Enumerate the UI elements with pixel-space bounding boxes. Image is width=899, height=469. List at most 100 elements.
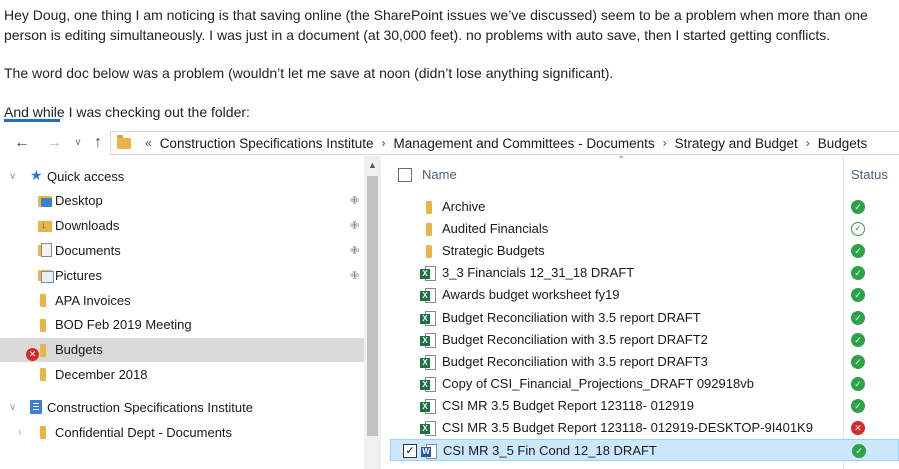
breadcrumb-separator-icon[interactable]: ›	[806, 136, 810, 150]
nav-tree-item[interactable]: BOD Feb 2019 Meeting	[0, 313, 364, 337]
nav-tree-label: Documents	[55, 242, 121, 258]
address-bar-row: ← → ∨ ↑ « Construction Specifications In…	[0, 130, 899, 156]
folder-icon	[420, 200, 436, 214]
nav-tree-item[interactable]: › Confidential Dept - Documents	[0, 420, 364, 444]
email-body: Hey Doug, one thing I am noticing is tha…	[4, 6, 896, 122]
documents-folder-icon	[38, 243, 54, 258]
file-name: CSI MR 3.5 Budget Report 123118- 012919-…	[442, 420, 813, 435]
text-highlight-underline	[4, 119, 60, 122]
file-row[interactable]: X Budget Reconciliation with 3.5 report D…	[390, 351, 899, 373]
sync-ok-icon: ✓	[852, 444, 866, 459]
nav-tree-label: Desktop	[55, 193, 103, 209]
nav-tree-label: Downloads	[55, 218, 120, 234]
back-arrow-icon[interactable]: ←	[12, 133, 32, 153]
file-row[interactable]: X Awards budget worksheet fy19 ✓	[390, 284, 899, 306]
chevron-down-icon[interactable]: ∨	[9, 171, 16, 182]
sharepoint-site-icon	[30, 400, 46, 415]
file-name: Strategic Budgets	[442, 243, 545, 259]
nav-tree-item[interactable]: ∨ Construction Specifications Institute	[0, 395, 364, 419]
breadcrumb-item[interactable]: Construction Specifications Institute	[160, 136, 374, 151]
desktop-folder-icon	[38, 194, 54, 208]
sync-ok-icon: ✓	[851, 310, 865, 325]
email-paragraph: The word doc below was a problem (wouldn…	[4, 65, 614, 81]
scrollbar-thumb[interactable]	[367, 176, 378, 436]
up-arrow-icon[interactable]: ↑	[88, 133, 108, 153]
nav-tree-label: Budgets	[55, 342, 103, 358]
file-row[interactable]: X Budget Reconciliation with 3.5 report D…	[390, 329, 899, 351]
file-row[interactable]: Strategic Budgets ✓	[390, 240, 899, 262]
sync-ok-icon: ✓	[851, 288, 865, 303]
excel-workbook-icon: X	[420, 376, 436, 392]
excel-workbook-icon: X	[420, 354, 436, 370]
row-checkbox[interactable]: ✓	[403, 444, 417, 459]
sync-ok-icon: ✓	[851, 376, 865, 391]
navigation-pane-scrollbar[interactable]: ▲	[364, 156, 381, 469]
address-bar[interactable]: « Construction Specifications Institute …	[110, 131, 899, 155]
nav-tree-item[interactable]: Desktop ✙	[0, 189, 364, 213]
chevron-down-icon[interactable]: ∨	[9, 402, 16, 413]
file-row[interactable]: Audited Financials ✓	[390, 218, 899, 240]
select-all-checkbox[interactable]	[398, 168, 412, 182]
nav-tree-item[interactable]: ✕ Budgets	[0, 337, 364, 362]
file-list-pane: ⌃ Name Status Archive ✓ Audited Financials…	[390, 155, 899, 469]
nav-tree-label: BOD Feb 2019 Meeting	[55, 317, 192, 333]
excel-workbook-icon: X	[420, 398, 436, 414]
file-name: 3_3 Financials 12_31_18 DRAFT	[442, 265, 635, 281]
nav-tree-item[interactable]: Pictures ✙	[0, 263, 364, 287]
sync-ok-icon: ✓	[851, 266, 865, 281]
nav-tree-label: Confidential Dept - Documents	[55, 424, 233, 440]
file-row[interactable]: X Budget Reconciliation with 3.5 report D…	[390, 307, 899, 329]
recent-locations-chevron-icon[interactable]: ∨	[68, 133, 88, 153]
nav-tree-label: December 2018	[55, 366, 148, 382]
sync-error-icon: ✕	[26, 347, 39, 361]
file-explorer-window: ← → ∨ ↑ « Construction Specifications In…	[0, 126, 899, 469]
file-row[interactable]: X CSI MR 3.5 Budget Report 123118- 012919…	[390, 417, 899, 439]
overflow-chevron-icon[interactable]: «	[145, 136, 152, 150]
nav-tree-item[interactable]: ↓ Downloads ✙	[0, 214, 364, 238]
file-row[interactable]: X CSI MR 3.5 Budget Report 123118- 012919…	[390, 395, 899, 417]
sync-error-icon: ✕	[851, 421, 865, 435]
folder-icon	[420, 244, 436, 259]
file-name: Budget Reconciliation with 3.5 report DR…	[442, 309, 701, 325]
chevron-right-icon[interactable]: ›	[18, 427, 21, 438]
pictures-folder-icon	[38, 268, 54, 284]
file-row[interactable]: ✓ W CSI MR 3_5 Fin Cond 12_18 DRAFT ✓	[390, 439, 899, 462]
pin-icon[interactable]: ✙	[350, 244, 359, 257]
breadcrumb-item[interactable]: Management and Committees - Documents	[394, 136, 655, 151]
pin-icon[interactable]: ✙	[350, 219, 359, 232]
file-row[interactable]: Archive ✓	[390, 196, 899, 218]
file-name: Copy of CSI_Financial_Projections_DRAFT …	[442, 375, 754, 391]
folder-icon	[420, 222, 436, 237]
folder-icon	[38, 318, 54, 332]
scroll-up-icon[interactable]: ▲	[364, 156, 381, 174]
nav-tree-item[interactable]: APA Invoices	[0, 288, 364, 312]
excel-workbook-icon: X	[420, 266, 436, 282]
forward-arrow-icon[interactable]: →	[44, 133, 64, 153]
file-name: Audited Financials	[442, 221, 549, 237]
navigation-pane: ∨ ★ Quick access Desktop ✙ ↓ Downloads ✙ Documen…	[0, 164, 364, 469]
folder-icon	[38, 343, 54, 357]
column-header-row: Name Status	[390, 162, 899, 190]
sync-ok-icon: ✓	[851, 354, 865, 369]
pin-icon[interactable]: ✙	[350, 269, 359, 282]
breadcrumb-separator-icon[interactable]: ›	[382, 136, 386, 150]
nav-tree-item[interactable]: ∨ ★ Quick access	[0, 164, 364, 188]
sync-ok-icon: ✓	[851, 244, 865, 259]
nav-tree-item[interactable]: December 2018	[0, 362, 364, 386]
file-name: Awards budget worksheet fy19	[442, 287, 620, 303]
pin-icon[interactable]: ✙	[350, 194, 359, 207]
column-header-name[interactable]: Name	[422, 167, 457, 182]
folder-icon	[117, 134, 131, 149]
nav-tree-label: Quick access	[47, 168, 125, 184]
breadcrumb-item[interactable]: Budgets	[818, 136, 868, 151]
file-row[interactable]: X 3_3 Financials 12_31_18 DRAFT ✓	[390, 262, 899, 284]
sync-ok-icon: ✓	[851, 398, 865, 413]
file-row[interactable]: X Copy of CSI_Financial_Projections_DRAFT…	[390, 373, 899, 395]
folder-icon	[38, 293, 54, 307]
excel-workbook-icon: X	[420, 310, 436, 326]
breadcrumb-item[interactable]: Strategy and Budget	[675, 136, 798, 151]
nav-tree-item[interactable]: Documents ✙	[0, 238, 364, 262]
breadcrumb-separator-icon[interactable]: ›	[663, 136, 667, 150]
downloads-folder-icon: ↓	[38, 219, 54, 233]
column-header-status[interactable]: Status	[851, 167, 888, 182]
